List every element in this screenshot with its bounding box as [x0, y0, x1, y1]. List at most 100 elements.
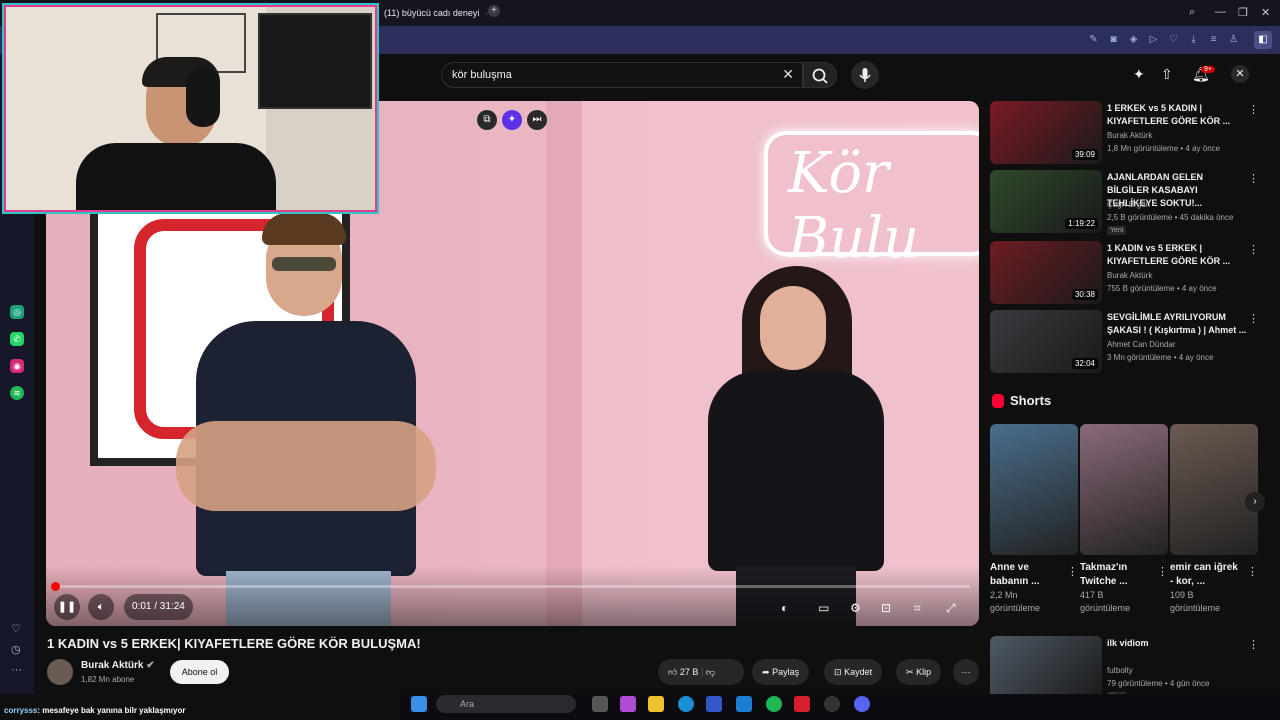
- channel-avatar[interactable]: [47, 659, 73, 685]
- autoplay-toggle[interactable]: ◐: [781, 601, 788, 615]
- short-title[interactable]: emir can iğrek - kor, ...: [1170, 561, 1240, 589]
- download-icon[interactable]: ⤓: [1188, 34, 1199, 45]
- short-thumbnail[interactable]: [1170, 424, 1258, 555]
- spotify-taskbar-icon[interactable]: [766, 696, 782, 712]
- fullscreen-icon[interactable]: ⤢: [946, 601, 956, 616]
- more-vert-icon[interactable]: ⋮: [1248, 638, 1259, 651]
- task-view-icon[interactable]: [592, 696, 608, 712]
- discord-icon[interactable]: [854, 696, 870, 712]
- app-icon-1[interactable]: [620, 696, 636, 712]
- list-icon[interactable]: ≡: [1208, 34, 1219, 45]
- more-vert-icon[interactable]: ⋮: [1067, 565, 1078, 578]
- short-title[interactable]: Anne ve babanın ...: [990, 561, 1060, 589]
- more-actions-button[interactable]: ···: [953, 659, 979, 685]
- share-icon: ➦: [762, 667, 770, 677]
- recommendation-thumbnail[interactable]: 30:38: [990, 241, 1102, 304]
- whatsapp-icon[interactable]: ✆: [10, 332, 24, 346]
- spotify-icon[interactable]: ≋: [10, 386, 24, 400]
- short-item[interactable]: emir can iğrek - kor, ... 109 B görüntüle…: [1170, 424, 1258, 615]
- minimize-button[interactable]: —: [1215, 6, 1226, 18]
- browser-search-icon[interactable]: ⌕: [1189, 6, 1195, 19]
- recommendation-thumbnail[interactable]: 1:19:22: [990, 170, 1102, 233]
- ai-overlay-icon[interactable]: ✦: [502, 110, 522, 130]
- mail-icon[interactable]: [736, 696, 752, 712]
- short-item[interactable]: Anne ve babanın ... 2,2 Mn görüntüleme ⋮: [990, 424, 1078, 615]
- recommendation-thumbnail[interactable]: [990, 636, 1102, 699]
- recommendation-item[interactable]: 30:38 1 KADIN vs 5 ERKEK | KIYAFETLERE GÖ…: [990, 241, 1268, 307]
- more-vert-icon[interactable]: ⋮: [1248, 243, 1259, 256]
- instagram-icon[interactable]: ◉: [10, 359, 24, 373]
- profile-icon[interactable]: ♙: [1228, 34, 1239, 45]
- voice-search-button[interactable]: [851, 61, 879, 89]
- subscribe-button[interactable]: Abone ol: [170, 660, 229, 684]
- recommendation-item[interactable]: 39:09 1 ERKEK vs 5 KADIN | KIYAFETLERE GÖ…: [990, 101, 1268, 167]
- windows-start-icon[interactable]: [411, 696, 427, 712]
- steam-icon[interactable]: [824, 696, 840, 712]
- opera-icon[interactable]: [794, 696, 810, 712]
- more-vert-icon[interactable]: ⋮: [1248, 172, 1259, 185]
- settings-icon[interactable]: ⚙: [850, 601, 861, 615]
- new-tab-button[interactable]: +: [488, 5, 500, 17]
- heart-sidebar-icon[interactable]: ♡: [11, 622, 21, 635]
- miniplayer-overlay-icon[interactable]: ⧉: [477, 110, 497, 130]
- recommendation-title[interactable]: 1 KADIN vs 5 ERKEK | KIYAFETLERE GÖRE KÖ…: [1107, 242, 1247, 268]
- more-vert-icon[interactable]: ⋮: [1247, 565, 1258, 578]
- recommendation-thumbnail[interactable]: 32:04: [990, 310, 1102, 373]
- subtitles-icon[interactable]: ▭: [818, 601, 829, 615]
- share-button[interactable]: ➦ Paylaş: [752, 659, 810, 685]
- like-button[interactable]: 👍︎ 27 B | 👎︎: [658, 659, 744, 685]
- more-vert-icon[interactable]: ⋮: [1248, 312, 1259, 325]
- recommendation-title[interactable]: ilk vidiom: [1107, 637, 1247, 650]
- more-vert-icon[interactable]: ⋮: [1157, 565, 1168, 578]
- volume-button[interactable]: 🔈︎: [88, 594, 114, 620]
- progress-bar[interactable]: [54, 585, 970, 588]
- tab-active[interactable]: (11) büyücü cadı deneyi ·: [372, 4, 488, 22]
- channel-name[interactable]: Burak Aktürk ✔: [81, 660, 155, 671]
- pause-button[interactable]: ❚❚: [54, 594, 80, 620]
- shield-icon[interactable]: ◈: [1128, 34, 1139, 45]
- messenger-icon[interactable]: ◎: [10, 305, 24, 319]
- short-thumbnail[interactable]: [1080, 424, 1168, 555]
- cast-icon[interactable]: ⌗: [914, 601, 921, 616]
- camera-icon[interactable]: ◙: [1108, 34, 1119, 45]
- clear-icon[interactable]: ✕: [782, 66, 794, 83]
- edge-icon[interactable]: [678, 696, 694, 712]
- more-sidebar-icon[interactable]: ···: [11, 664, 22, 676]
- recommendation-title[interactable]: 1 ERKEK vs 5 KADIN | KIYAFETLERE GÖRE KÖ…: [1107, 102, 1247, 128]
- extension-puzzle-icon[interactable]: ✦: [1133, 66, 1145, 83]
- close-window-button[interactable]: ✕: [1261, 6, 1270, 19]
- search-button[interactable]: [803, 62, 837, 88]
- recommendation-thumbnail[interactable]: 39:09: [990, 101, 1102, 164]
- save-button[interactable]: ⊡ Kaydet: [824, 659, 883, 685]
- more-vert-icon[interactable]: ⋮: [1248, 103, 1259, 116]
- skip-overlay-icon[interactable]: ⏭: [527, 110, 547, 130]
- recommendation-item[interactable]: 1:19:22 AJANLARDAN GELEN BİLGİLER KASABAY…: [990, 170, 1268, 236]
- taskbar-search[interactable]: [436, 695, 576, 713]
- search-input[interactable]: kör buluşma ✕: [441, 62, 803, 88]
- history-icon[interactable]: ◷: [11, 643, 21, 656]
- progress-scrubber[interactable]: [51, 582, 60, 591]
- edit-icon[interactable]: ✎: [1088, 34, 1099, 45]
- clip-button[interactable]: ✂ Klip: [896, 659, 942, 685]
- recommendation-channel[interactable]: Burak Aktürk: [1107, 131, 1152, 140]
- heart-icon[interactable]: ♡: [1168, 34, 1179, 45]
- upload-icon[interactable]: ⇧: [1161, 66, 1173, 83]
- recommendation-channel[interactable]: Çağrı Ergün: [1107, 200, 1150, 209]
- recommendation-channel[interactable]: Burak Aktürk: [1107, 271, 1152, 280]
- recommendation-channel[interactable]: Ahmet Can Dündar: [1107, 340, 1175, 349]
- recommendation-item[interactable]: 32:04 SEVGİLİMLE AYRILIYORUM ŞAKASI ! ( K…: [990, 310, 1268, 376]
- avatar-button[interactable]: ✕: [1231, 65, 1249, 83]
- shorts-next-button[interactable]: ›: [1245, 492, 1265, 512]
- store-icon[interactable]: [706, 696, 722, 712]
- recommendation-channel[interactable]: futbolty: [1107, 666, 1133, 675]
- play-icon[interactable]: ▷: [1148, 34, 1159, 45]
- file-explorer-icon[interactable]: [648, 696, 664, 712]
- recommendation-item[interactable]: ilk vidiom futbolty 79 görüntüleme • 4 gün…: [990, 636, 1268, 702]
- short-thumbnail[interactable]: [990, 424, 1078, 555]
- maximize-button[interactable]: ❐: [1238, 6, 1248, 19]
- miniplayer-icon[interactable]: ⊡: [881, 601, 891, 615]
- extension-icon[interactable]: ◧: [1254, 31, 1272, 49]
- recommendation-title[interactable]: SEVGİLİMLE AYRILIYORUM ŞAKASI ! ( Kışkır…: [1107, 311, 1247, 337]
- short-item[interactable]: Takmaz'ın Twitche ... 417 B görüntüleme ⋮: [1080, 424, 1168, 615]
- short-title[interactable]: Takmaz'ın Twitche ...: [1080, 561, 1150, 589]
